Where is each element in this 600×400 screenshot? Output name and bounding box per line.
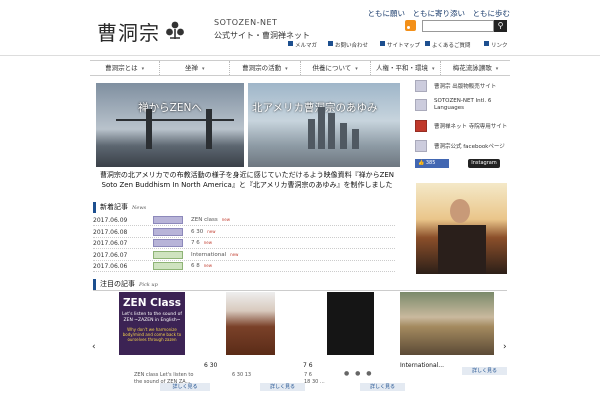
like-icon: 👍 xyxy=(418,160,426,166)
card-detail-button[interactable]: 詳しく見る xyxy=(360,383,405,391)
pickup-card-image[interactable] xyxy=(400,292,494,355)
news-heading: 新着記事 News xyxy=(93,202,183,213)
chevron-down-icon: ▾ xyxy=(285,66,288,72)
skyline-building xyxy=(308,119,315,149)
pickup-card-desc: 6 30 13 xyxy=(232,372,252,378)
pickup-card-title[interactable]: 6 30 xyxy=(204,362,217,369)
globe-icon xyxy=(415,99,427,111)
chevron-down-icon: ▾ xyxy=(355,66,358,72)
category-badge xyxy=(153,216,183,224)
grid-icon xyxy=(415,140,427,152)
monk-robe xyxy=(438,225,486,274)
rss-icon[interactable] xyxy=(405,20,416,31)
news-row[interactable]: 2017.06.07 7 6 new xyxy=(93,238,395,249)
pickup-heading: 注目の記事 Pick up xyxy=(93,279,213,290)
square-bullet-icon xyxy=(328,41,333,46)
search-input[interactable] xyxy=(422,20,494,32)
banner-caption: 曹洞宗の北アメリカでの布教活動の様子を身近に感じていただけるよう映像資料『禅から… xyxy=(99,171,395,189)
nav-item-about[interactable]: 曹洞宗とは ▾ xyxy=(90,61,161,75)
search-icon: ⚲ xyxy=(497,21,504,30)
util-link-sitemap[interactable]: サイトマップ xyxy=(380,41,420,49)
facebook-like-button[interactable]: 👍 385 xyxy=(415,159,449,168)
pickup-card-image[interactable]: ZEN Class Let's listen to the sound of Z… xyxy=(119,292,185,355)
site-name-jp: 公式サイト・曹洞禅ネット xyxy=(214,31,310,40)
carousel-dots[interactable]: ● ● ● xyxy=(344,370,374,377)
new-badge: new xyxy=(203,263,213,268)
sidebar-item-temple-site[interactable]: 曹洞禅ネット 寺院専用サイト xyxy=(415,120,507,132)
pickup-card-title[interactable]: 7 6 xyxy=(303,362,313,369)
skyline-building xyxy=(340,123,347,149)
nav-item-human-rights[interactable]: 人権・平和・環境 ▾ xyxy=(371,61,441,75)
sidebar-item-shop[interactable]: 曹洞宗 出版物販売サイト xyxy=(415,80,496,92)
skyline-building xyxy=(352,129,359,149)
skyline-building xyxy=(318,107,325,149)
new-badge: new xyxy=(203,240,213,245)
chevron-down-icon: ▾ xyxy=(202,66,205,72)
site-name-en: SOTOZEN-NET xyxy=(214,18,278,27)
chevron-down-icon: ▾ xyxy=(495,66,499,72)
sidebar-item-international[interactable]: SOTOZEN-NET Intl. 6 Languages xyxy=(415,97,504,113)
news-row[interactable]: 2017.06.06 6 8 new xyxy=(93,261,395,272)
instagram-button[interactable]: Instagram xyxy=(468,159,500,168)
pickup-card-image[interactable] xyxy=(327,292,374,355)
square-bullet-icon xyxy=(484,41,489,46)
book-icon xyxy=(415,80,427,92)
nav-item-memorial[interactable]: 供養について ▾ xyxy=(301,61,371,75)
nav-item-activities[interactable]: 曹洞宗の活動 ▾ xyxy=(230,61,301,75)
util-link-links[interactable]: リンク xyxy=(484,41,508,49)
carousel-next-icon[interactable]: › xyxy=(503,342,507,352)
sidebar-item-facebook[interactable]: 曹洞宗公式 facebookページ xyxy=(415,140,505,152)
pickup-card-image[interactable] xyxy=(226,292,275,355)
chevron-down-icon: ▾ xyxy=(141,66,145,72)
category-badge xyxy=(153,228,183,236)
chevron-down-icon: ▾ xyxy=(432,66,435,72)
banner-zen-to-zen[interactable]: 禅からZENへ xyxy=(96,83,244,167)
main-nav: 曹洞宗とは ▾ 坐禅 ▾ 曹洞宗の活動 ▾ 供養について ▾ 人権・平和・環境 ▾ 梅花流… xyxy=(90,60,510,76)
monk-photo[interactable] xyxy=(416,183,507,274)
category-badge xyxy=(153,262,183,270)
util-link-faq[interactable]: よくあるご質問 xyxy=(425,41,471,49)
card-detail-button[interactable]: 詳しく見る xyxy=(462,367,507,375)
banner-title: 禅からZENへ xyxy=(138,102,202,114)
category-badge xyxy=(153,239,183,247)
pickup-card-title[interactable]: International... xyxy=(400,362,444,369)
square-bullet-icon xyxy=(380,41,385,46)
new-badge: new xyxy=(230,252,239,257)
news-row[interactable]: 2017.06.07 International new xyxy=(93,250,395,261)
monk-head xyxy=(450,199,470,223)
pickup-card-desc: 7 6 18 30 ... xyxy=(304,372,325,385)
nav-item-zazen[interactable]: 坐禅 ▾ xyxy=(160,61,231,75)
square-bullet-icon xyxy=(288,41,293,46)
card-detail-button[interactable]: 詳しく見る xyxy=(260,383,305,391)
news-row[interactable]: 2017.06.09 ZEN class new xyxy=(93,215,395,226)
slogan: ともに願い ともに寄り添い ともに歩む xyxy=(367,9,511,18)
card-detail-button[interactable]: 詳しく見る xyxy=(160,383,210,391)
temple-icon xyxy=(415,120,427,132)
header-divider xyxy=(0,55,600,56)
search-button[interactable]: ⚲ xyxy=(494,20,507,32)
bridge-illustration xyxy=(116,109,234,149)
category-badge xyxy=(153,251,183,259)
family-crest-icon xyxy=(166,21,184,39)
new-badge: new xyxy=(221,217,231,222)
square-bullet-icon xyxy=(425,41,430,46)
nav-item-baikaryu[interactable]: 梅花流詠讃歌 ▾ xyxy=(441,61,510,75)
banner-north-america[interactable]: 北アメリカ曹洞宗のあゆみ xyxy=(248,83,400,167)
carousel-prev-icon[interactable]: ‹ xyxy=(92,342,96,352)
util-link-mailmag[interactable]: メルマガ xyxy=(288,41,317,49)
site-logo-text[interactable]: 曹洞宗 xyxy=(97,17,160,46)
news-row[interactable]: 2017.06.08 6 30 new xyxy=(93,227,395,238)
pickup-divider xyxy=(93,290,507,291)
new-badge: new xyxy=(207,229,216,234)
util-link-contact[interactable]: お問い合わせ xyxy=(328,41,368,49)
skyline-building xyxy=(328,113,335,149)
banner-title: 北アメリカ曹洞宗のあゆみ xyxy=(252,102,378,114)
